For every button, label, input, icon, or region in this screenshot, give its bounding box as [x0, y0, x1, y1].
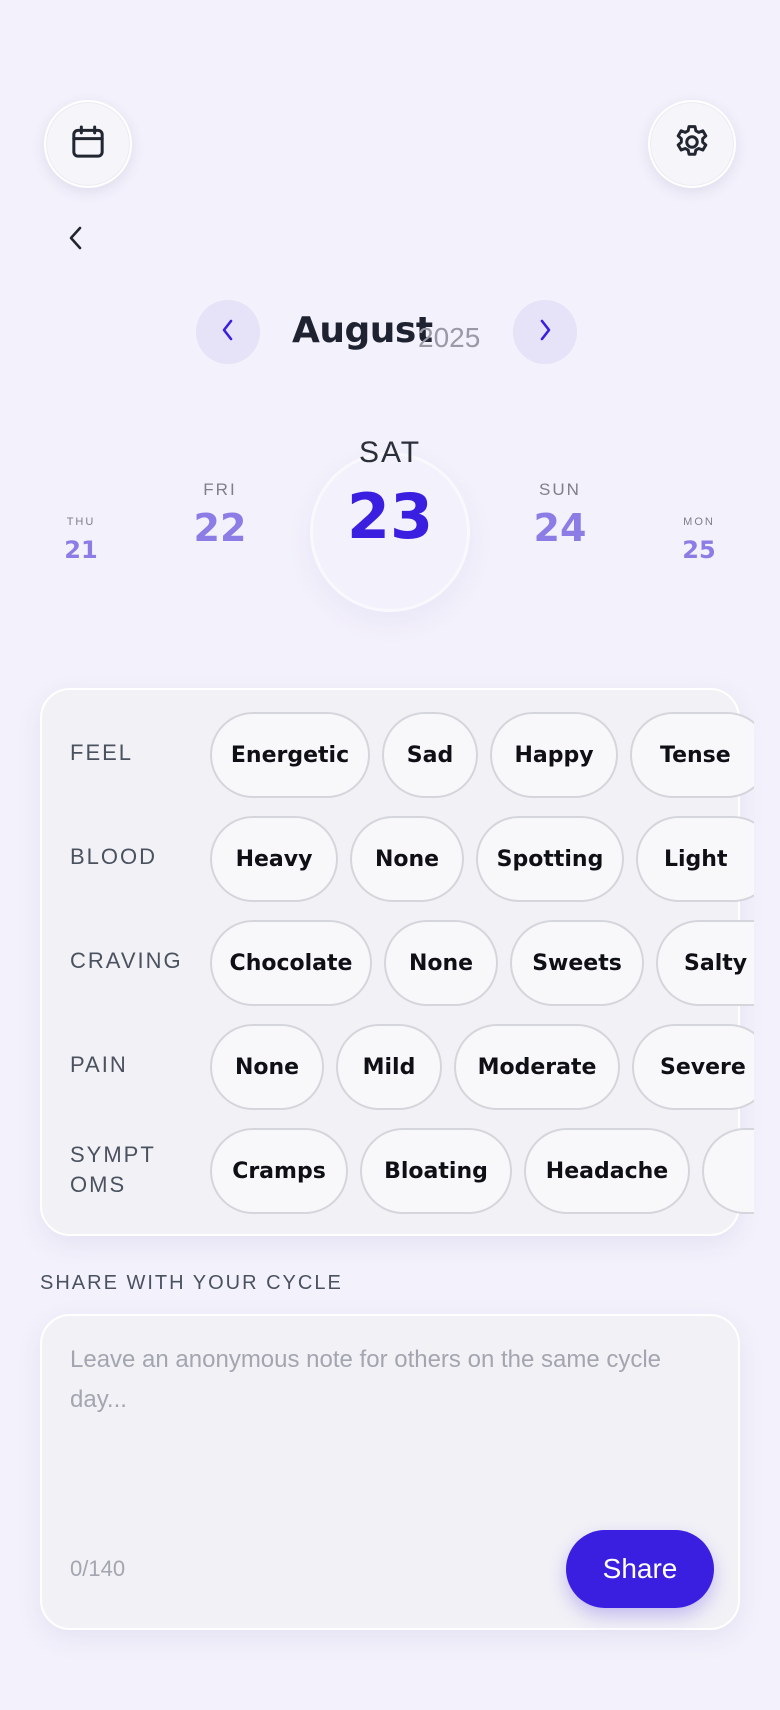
- day-of-week: FRI: [203, 480, 237, 499]
- day-log-screen: August 2025 THU 21 FRI 22 SAT 23 SUN 24 …: [0, 0, 780, 1710]
- next-month-button[interactable]: [513, 300, 577, 364]
- previous-month-button[interactable]: [196, 300, 260, 364]
- settings-button[interactable]: [648, 100, 736, 188]
- chevron-right-icon: [537, 317, 553, 347]
- calendar-icon: [68, 122, 108, 166]
- row-label: CRAVING: [70, 948, 183, 973]
- share-button[interactable]: Share: [566, 1530, 714, 1608]
- symptoms-row: SYMPTOMS Cramps Bloating Headache: [42, 1126, 754, 1216]
- tracker-card: FEEL Energetic Sad Happy Tense BLOOD Hea…: [40, 688, 754, 1236]
- chip-none[interactable]: None: [384, 920, 498, 1006]
- chip-happy[interactable]: Happy: [490, 712, 618, 798]
- row-label: PAIN: [70, 1052, 128, 1077]
- chip-heavy[interactable]: Heavy: [210, 816, 338, 902]
- row-label: FEEL: [70, 740, 134, 765]
- note-card: Leave an anonymous note for others on th…: [40, 1314, 740, 1630]
- craving-row: CRAVING Chocolate None Sweets Salty: [42, 918, 754, 1008]
- day-of-week: SUN: [539, 480, 581, 499]
- chip-tense[interactable]: Tense: [630, 712, 754, 798]
- day-of-week: MON: [683, 516, 715, 528]
- chip-headache[interactable]: Headache: [524, 1128, 690, 1214]
- chip-severe[interactable]: Severe: [632, 1024, 754, 1110]
- chip-mild[interactable]: Mild: [336, 1024, 442, 1110]
- chip-none[interactable]: None: [210, 1024, 324, 1110]
- gear-icon: [671, 121, 713, 167]
- chip-cramps[interactable]: Cramps: [210, 1128, 348, 1214]
- chip-chocolate[interactable]: Chocolate: [210, 920, 372, 1006]
- chevron-left-icon: [66, 222, 86, 258]
- day-of-week: THU: [66, 516, 96, 528]
- chip-energetic[interactable]: Energetic: [210, 712, 370, 798]
- chip-spotting[interactable]: Spotting: [476, 816, 624, 902]
- year-title: 2025: [418, 322, 481, 353]
- chip-list[interactable]: Cramps Bloating Headache: [210, 1126, 754, 1216]
- row-label: SYMPTOMS: [70, 1142, 156, 1197]
- day-sun-24[interactable]: SUN 24: [520, 480, 600, 550]
- chip-bloating[interactable]: Bloating: [360, 1128, 512, 1214]
- chip-none[interactable]: None: [350, 816, 464, 902]
- month-title: August: [292, 310, 433, 351]
- chip-list[interactable]: Chocolate None Sweets Salty: [210, 918, 754, 1008]
- chip-sad[interactable]: Sad: [382, 712, 478, 798]
- chip-list[interactable]: None Mild Moderate Severe: [210, 1022, 754, 1112]
- month-navigator: August 2025: [0, 300, 780, 366]
- calendar-button[interactable]: [44, 100, 132, 188]
- chip-more[interactable]: [702, 1128, 754, 1214]
- day-number: 24: [533, 506, 587, 550]
- day-number: 21: [64, 536, 98, 564]
- day-number: 22: [193, 506, 247, 550]
- row-label: BLOOD: [70, 844, 158, 869]
- note-input[interactable]: Leave an anonymous note for others on th…: [70, 1340, 720, 1420]
- feel-row: FEEL Energetic Sad Happy Tense: [42, 710, 754, 800]
- chip-list[interactable]: Heavy None Spotting Light: [210, 814, 754, 904]
- chip-salty[interactable]: Salty: [656, 920, 754, 1006]
- character-counter: 0/140: [70, 1556, 126, 1581]
- chip-moderate[interactable]: Moderate: [454, 1024, 620, 1110]
- day-fri-22[interactable]: FRI 22: [180, 480, 260, 550]
- day-number: 25: [682, 536, 716, 564]
- pain-row: PAIN None Mild Moderate Severe: [42, 1022, 754, 1112]
- share-section-label: SHARE WITH YOUR CYCLE: [40, 1272, 343, 1294]
- back-button[interactable]: [60, 220, 92, 260]
- chip-light[interactable]: Light: [636, 816, 754, 902]
- blood-row: BLOOD Heavy None Spotting Light: [42, 814, 754, 904]
- chevron-left-icon: [220, 317, 236, 347]
- day-of-week: SAT: [358, 436, 422, 469]
- day-mon-25[interactable]: MON 25: [664, 516, 734, 564]
- chip-list[interactable]: Energetic Sad Happy Tense: [210, 710, 754, 800]
- day-number: 23: [346, 480, 434, 553]
- day-sat-23[interactable]: SAT 23: [330, 436, 450, 553]
- day-thu-21[interactable]: THU 21: [46, 516, 116, 564]
- chip-sweets[interactable]: Sweets: [510, 920, 644, 1006]
